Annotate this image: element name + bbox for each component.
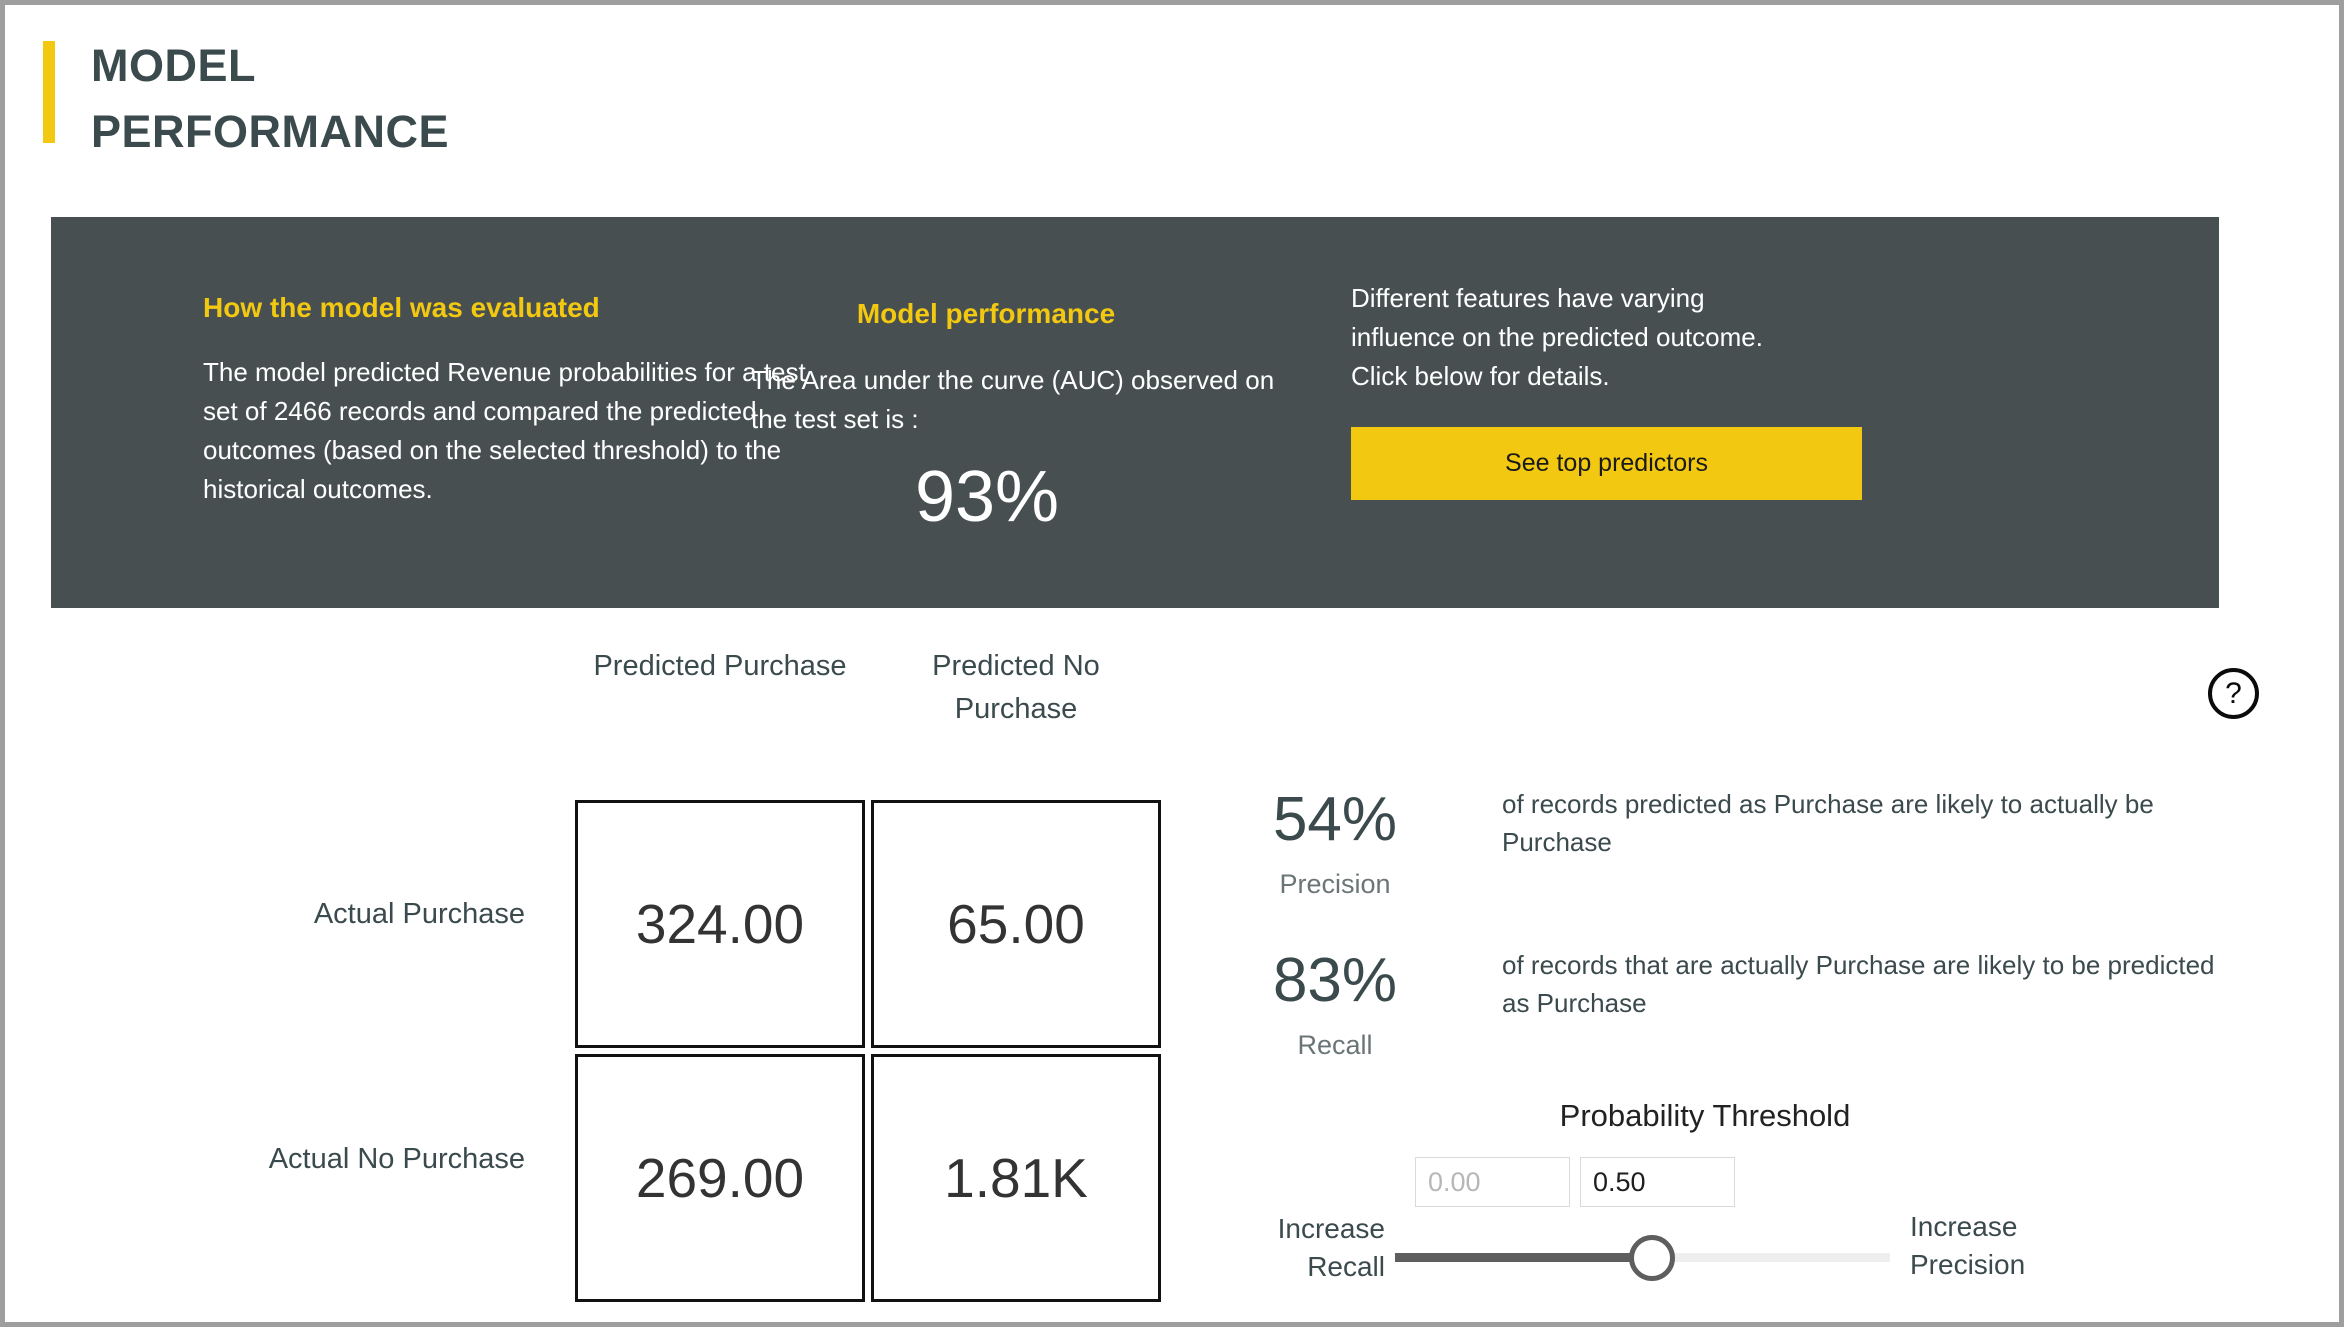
precision-value: 54% xyxy=(1272,785,1398,854)
threshold-slider-fill xyxy=(1395,1253,1653,1262)
probability-threshold-title: Probability Threshold xyxy=(1559,1098,1851,1133)
performance-column: Model performance The Area under the cur… xyxy=(751,297,1311,539)
threshold-value-input[interactable] xyxy=(1580,1157,1735,1207)
evaluation-heading: How the model was evaluated xyxy=(203,292,600,323)
threshold-slider-track[interactable] xyxy=(1395,1234,1890,1281)
predictors-body: Different features have varying influenc… xyxy=(1351,283,1763,391)
recall-label: Recall xyxy=(1297,1030,1373,1060)
threshold-slider-thumb[interactable] xyxy=(1629,1234,1676,1281)
matrix-cell-false-negative[interactable]: 65.00 xyxy=(871,800,1161,1048)
recall-value: 83% xyxy=(1272,946,1398,1015)
matrix-column-header-predicted-purchase: Predicted Purchase xyxy=(593,650,847,682)
slider-label-increase-precision: Increase Precision xyxy=(1910,1211,2026,1280)
precision-label: Precision xyxy=(1279,869,1391,899)
precision-description: of records predicted as Purchase are lik… xyxy=(1502,789,2154,857)
matrix-cell-true-positive[interactable]: 324.00 xyxy=(575,800,865,1048)
matrix-cell-false-positive[interactable]: 269.00 xyxy=(575,1054,865,1302)
model-performance-report: MODEL PERFORMANCE How the model was eval… xyxy=(0,0,2344,1327)
threshold-min-input[interactable] xyxy=(1415,1157,1570,1207)
info-panel: How the model was evaluated The model pr… xyxy=(51,217,2219,608)
predictors-column: Different features have varying influenc… xyxy=(1351,279,1871,500)
auc-value: 93% xyxy=(914,457,1060,537)
see-top-predictors-button[interactable]: See top predictors xyxy=(1351,427,1862,500)
performance-heading: Model performance xyxy=(856,298,1116,329)
slider-label-increase-recall: Increase Recall xyxy=(1277,1213,1385,1282)
recall-description: of records that are actually Purchase ar… xyxy=(1502,950,2215,1018)
matrix-row-header-actual-purchase: Actual Purchase xyxy=(313,898,525,930)
title-accent-bar xyxy=(43,41,55,143)
page-title: MODEL PERFORMANCE xyxy=(91,40,450,157)
matrix-column-header-predicted-no-purchase: Predicted No Purchase xyxy=(932,650,1100,725)
report-header: MODEL PERFORMANCE xyxy=(43,33,643,157)
performance-body: The Area under the curve (AUC) observed … xyxy=(751,365,1275,434)
evaluation-body: The model predicted Revenue probabilitie… xyxy=(203,357,806,504)
matrix-cell-true-negative[interactable]: 1.81K xyxy=(871,1054,1161,1302)
evaluation-column: How the model was evaluated The model pr… xyxy=(203,291,843,509)
matrix-row-header-actual-no-purchase: Actual No Purchase xyxy=(268,1143,525,1175)
help-icon[interactable]: ? xyxy=(2208,668,2259,719)
